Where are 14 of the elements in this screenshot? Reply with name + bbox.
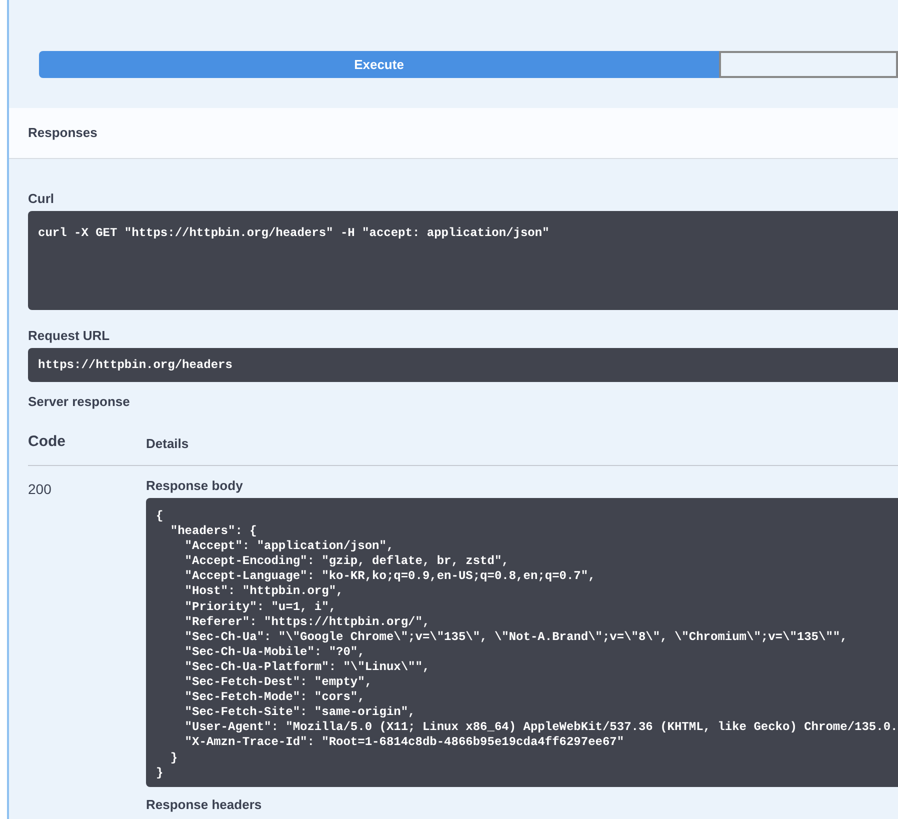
clear-button[interactable] xyxy=(719,51,898,78)
response-body-code: { "headers": { "Accept": "application/json", "Accept-Encoding": "gzip, deflate, br, zstd", "Accept-Language": "ko-KR,ko;q=0.9,en-US;q=0.8,en;q=0.7", "Host": "httpbin.org", "Priority": "u=1, i", "Referer": "https://httpbin.org/", "Sec-Ch-Ua": "\"Google Chrome\";v=\"135\", \"Not-A.Brand\";v=\"8\", \"Chromium\";v=\"135\"", "Sec-Ch-Ua-Mobile": "?0", "Sec-Ch-Ua-Platform": "\"Linux\"", "Sec-Fetch-Dest": "empty", "Sec-Fetch-Mode": "cors", "Sec-Fetch-Site": "same-origin", "User-Agent": "Mozilla/5.0 (X11; Linux x86_64) AppleWebKit/537.36 (KHTML, like Gecko) Chrome/135.0. "X-Amzn-Trace-Id": "Root=1-6814c8db-4866b95e19cda4ff6297ee67" } } xyxy=(156,509,898,781)
server-response-label: Server response xyxy=(28,393,131,411)
request-url-label: Request URL xyxy=(28,327,111,345)
response-headers-label: Response headers xyxy=(146,797,263,813)
curl-label: Curl xyxy=(28,190,55,208)
curl-command: curl -X GET "https://httpbin.org/headers" -H "accept: application/json" xyxy=(38,225,550,241)
request-url: https://httpbin.org/headers xyxy=(38,357,232,374)
column-header: Code xyxy=(28,432,66,452)
execute-button[interactable]: Execute xyxy=(39,51,719,78)
section-title: Responses xyxy=(28,124,98,142)
status-code: 200 xyxy=(28,481,52,497)
response-body-label: Response body xyxy=(146,477,244,495)
column-header: Details xyxy=(146,434,189,452)
